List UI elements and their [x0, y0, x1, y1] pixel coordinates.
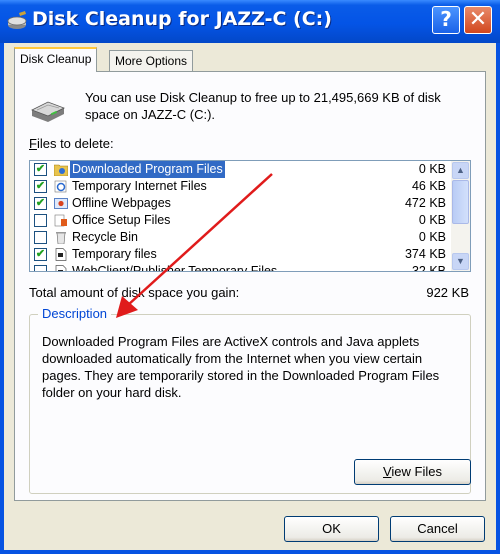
description-text: Downloaded Program Files are ActiveX con…: [42, 334, 440, 400]
hard-drive-icon: [31, 101, 65, 122]
item-size: 472 KB: [404, 196, 446, 210]
ie-icon: [54, 180, 68, 193]
item-name: Temporary Internet Files: [72, 179, 207, 193]
list-item[interactable]: ✔ Offline Webpages 472 KB: [30, 195, 452, 212]
files-to-delete-list[interactable]: ✔ Downloaded Program Files 0 KB ✔ Temporary …: [29, 160, 471, 272]
window-title: Disk Cleanup for JAZZ-C (C:): [32, 8, 332, 30]
dialog-body: Disk Cleanup More Options You can use Di…: [4, 43, 496, 550]
folder-icon: [53, 163, 69, 177]
scroll-down-icon[interactable]: ▼: [452, 253, 469, 270]
list-item[interactable]: WebClient/Publisher Temporary Files 32 KB: [30, 263, 452, 272]
scroll-thumb[interactable]: [452, 180, 469, 224]
item-size: 0 KB: [418, 230, 446, 244]
disk-cleanup-window: Disk Cleanup for JAZZ-C (C:) ? ✕ Disk Cl…: [0, 0, 500, 554]
scroll-up-icon[interactable]: ▲: [452, 162, 469, 179]
list-item[interactable]: ✔ Temporary files 374 KB: [30, 246, 452, 263]
intro-text: You can use Disk Cleanup to free up to 2…: [85, 90, 441, 122]
description-group: Description Downloaded Program Files are…: [29, 306, 471, 494]
tab-panel-disk-cleanup: You can use Disk Cleanup to free up to 2…: [14, 71, 486, 501]
list-item[interactable]: ✔ Temporary Internet Files 46 KB: [30, 178, 452, 195]
item-name: Offline Webpages: [72, 196, 171, 210]
file-icon: [54, 265, 68, 271]
tab-more-options[interactable]: More Options: [109, 50, 194, 71]
item-checkbox[interactable]: ✔: [34, 163, 47, 176]
ok-button[interactable]: OK: [284, 516, 379, 542]
tab-disk-cleanup[interactable]: Disk Cleanup: [14, 47, 98, 72]
item-checkbox[interactable]: [34, 214, 47, 227]
item-size: 32 KB: [411, 264, 446, 272]
title-bar[interactable]: Disk Cleanup for JAZZ-C (C:) ? ✕: [0, 0, 500, 43]
help-button[interactable]: ?: [432, 6, 460, 34]
cancel-button[interactable]: Cancel: [390, 516, 485, 542]
file-icon: [54, 248, 68, 261]
item-name: WebClient/Publisher Temporary Files: [72, 264, 278, 272]
item-checkbox[interactable]: ✔: [34, 248, 47, 261]
item-checkbox[interactable]: [34, 231, 47, 244]
offline-icon: [54, 197, 68, 210]
item-name: Temporary files: [72, 247, 157, 261]
item-checkbox[interactable]: ✔: [34, 197, 47, 210]
list-item[interactable]: Office Setup Files 0 KB: [30, 212, 452, 229]
item-name: Downloaded Program Files: [70, 161, 225, 178]
recycle-bin-icon: [54, 231, 68, 245]
item-checkbox[interactable]: [34, 265, 47, 271]
close-button[interactable]: ✕: [464, 6, 492, 34]
item-size: 0 KB: [418, 213, 446, 227]
item-size: 46 KB: [411, 179, 446, 193]
item-name: Office Setup Files: [72, 213, 171, 227]
item-checkbox[interactable]: ✔: [34, 180, 47, 193]
item-name: Recycle Bin: [72, 230, 138, 244]
item-size: 374 KB: [404, 247, 446, 261]
list-item[interactable]: Recycle Bin 0 KB: [30, 229, 452, 246]
total-label: Total amount of disk space you gain:: [29, 285, 240, 300]
list-item[interactable]: ✔ Downloaded Program Files 0 KB: [30, 161, 452, 178]
view-files-button[interactable]: View Files: [354, 459, 471, 485]
setup-icon: [54, 214, 68, 227]
description-title: Description: [38, 306, 112, 321]
files-to-delete-label: Files to delete:: [29, 136, 114, 151]
disk-cleanup-icon: [7, 11, 27, 29]
list-scrollbar[interactable]: ▲ ▼: [451, 161, 470, 271]
total-value: 922 KB: [426, 285, 469, 300]
item-size: 0 KB: [418, 162, 446, 176]
